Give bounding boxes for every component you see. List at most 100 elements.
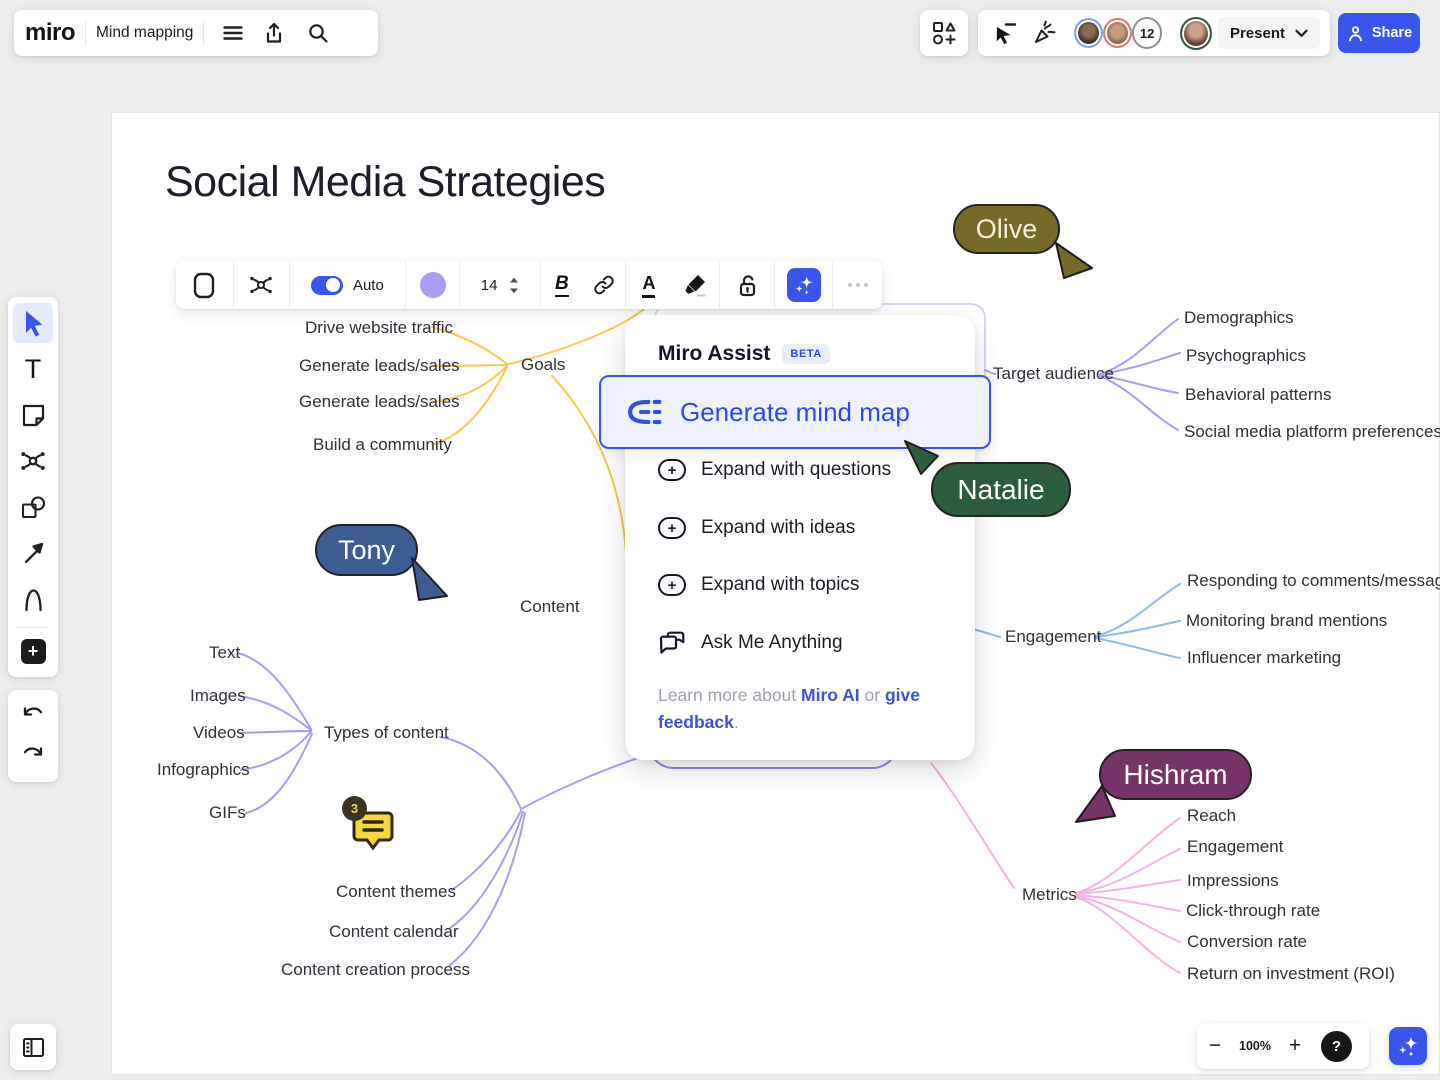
board-title[interactable]: Mind mapping <box>96 24 193 42</box>
auto-layout-toggle[interactable]: Auto <box>290 261 406 309</box>
lock-button[interactable] <box>719 261 774 309</box>
search-button[interactable] <box>296 10 340 56</box>
mindmap-node[interactable]: Responding to comments/messages <box>1187 571 1440 591</box>
mindmap-node-engagement[interactable]: Engagement <box>1005 627 1101 647</box>
mindmap-node[interactable]: Impressions <box>1187 871 1279 891</box>
text-tool-button[interactable]: T <box>13 349 53 389</box>
expand-with-topics-item[interactable]: + Expand with topics <box>658 565 859 605</box>
font-size-control[interactable]: 14 <box>460 261 540 309</box>
mindmap-node[interactable]: Engagement <box>1187 837 1283 857</box>
mindmap-node[interactable]: Conversion rate <box>1187 932 1307 952</box>
mindmap-node-target-audience[interactable]: Target audience <box>993 364 1114 384</box>
text-color-button[interactable]: A <box>626 261 671 309</box>
mindmap-node[interactable]: Behavioral patterns <box>1185 385 1331 405</box>
hide-cursors-button[interactable] <box>988 10 1022 56</box>
mindmap-node[interactable]: Generate leads/sales <box>299 356 460 376</box>
mindmap-node[interactable]: Psychographics <box>1186 346 1306 366</box>
mindmap-node-types-of-content[interactable]: Types of content <box>324 723 449 743</box>
cursor-toggle-icon <box>992 20 1018 46</box>
mindmap-node[interactable]: Return on investment (ROI) <box>1187 964 1395 984</box>
format-toolbar: Auto 14 B A <box>176 261 882 309</box>
tools-sidebar: T + <box>8 297 58 677</box>
highlighter-icon <box>682 272 708 298</box>
mindmap-node[interactable]: Infographics <box>157 760 250 780</box>
collaborator-overflow-count[interactable]: 12 <box>1132 17 1163 49</box>
node-shape-button[interactable] <box>176 261 233 309</box>
step-down-icon[interactable] <box>509 288 519 294</box>
mindmap-node-metrics[interactable]: Metrics <box>1022 885 1077 905</box>
board-heading-text[interactable]: Social Media Strategies <box>165 158 605 207</box>
mindmap-node[interactable]: Click-through rate <box>1186 901 1320 921</box>
share-label: Share <box>1372 25 1412 41</box>
select-tool-button[interactable] <box>13 303 53 343</box>
frames-panel-button[interactable] <box>10 1024 56 1070</box>
redo-button[interactable] <box>13 735 53 775</box>
pen-tool-button[interactable] <box>13 579 53 619</box>
mindmap-node[interactable]: Videos <box>193 723 245 743</box>
assist-item-label: Expand with ideas <box>701 517 855 539</box>
color-swatch-icon <box>420 272 446 298</box>
mindmap-node[interactable]: Influencer marketing <box>1187 648 1341 668</box>
mindmap-node[interactable]: Content creation process <box>281 960 470 980</box>
ai-sparkles-icon <box>787 268 821 302</box>
sticky-note-tool-button[interactable] <box>13 395 53 435</box>
mindmap-tool-button[interactable] <box>13 441 53 481</box>
ask-me-anything-item[interactable]: Ask Me Anything <box>658 623 843 663</box>
ai-assist-toolbar-button[interactable] <box>775 261 832 309</box>
search-icon <box>306 21 330 45</box>
mindmap-node[interactable]: Build a community <box>313 435 452 455</box>
mindmap-node[interactable]: Content themes <box>336 882 456 902</box>
comment-thread[interactable]: 3 <box>348 805 398 857</box>
mindmap-node[interactable]: Text <box>209 643 240 663</box>
color-picker-button[interactable] <box>406 261 459 309</box>
reactions-button[interactable] <box>1028 10 1062 56</box>
font-size-value: 14 <box>481 277 498 294</box>
add-tool-button[interactable]: + <box>13 631 53 671</box>
export-button[interactable] <box>252 10 296 56</box>
mindmap-node[interactable]: Generate leads/sales <box>299 392 460 412</box>
help-button[interactable]: ? <box>1321 1031 1352 1062</box>
link-button[interactable] <box>582 261 625 309</box>
step-up-icon[interactable] <box>509 277 519 283</box>
main-menu-button[interactable] <box>214 10 252 56</box>
collaborator-avatar[interactable] <box>1074 18 1103 48</box>
expand-with-ideas-item[interactable]: + Expand with ideas <box>658 508 855 548</box>
text-tool-icon: T <box>25 356 42 383</box>
expand-with-questions-item[interactable]: + Expand with questions <box>658 450 891 490</box>
mindmap-node[interactable]: Images <box>190 686 246 706</box>
mindmap-layout-button[interactable] <box>234 261 289 309</box>
present-button[interactable]: Present <box>1218 17 1320 49</box>
connector-tool-button[interactable] <box>13 533 53 573</box>
ai-assist-floating-button[interactable] <box>1389 1027 1427 1065</box>
share-button[interactable]: Share <box>1338 13 1420 53</box>
zoom-out-button[interactable]: − <box>1197 1023 1233 1069</box>
undo-button[interactable] <box>13 695 53 735</box>
apps-panel[interactable] <box>920 10 968 56</box>
generate-mind-map-button[interactable]: Generate mind map <box>599 375 991 449</box>
zoom-level[interactable]: 100% <box>1233 1039 1277 1053</box>
miro-logo[interactable]: miro <box>14 19 75 47</box>
highlight-button[interactable] <box>672 261 719 309</box>
mindmap-node[interactable]: Demographics <box>1184 308 1294 328</box>
bold-button[interactable]: B <box>541 261 582 309</box>
current-user-avatar[interactable] <box>1180 17 1212 50</box>
collaboration-panel: 12 Present <box>978 10 1330 56</box>
mindmap-node[interactable]: Social media platform preferences <box>1184 422 1440 442</box>
mindmap-node-goals[interactable]: Goals <box>521 355 565 375</box>
collaborator-avatar[interactable] <box>1103 18 1132 48</box>
mindmap-node[interactable]: Drive website traffic <box>305 318 453 338</box>
more-options-button[interactable] <box>833 261 882 309</box>
mindmap-node[interactable]: GIFs <box>209 803 246 823</box>
plus-icon: + <box>21 639 46 664</box>
mindmap-node[interactable]: Content calendar <box>329 922 458 942</box>
mindmap-node-content[interactable]: Content <box>520 597 580 617</box>
assist-footer-text: Learn more about Miro AI or give feedbac… <box>658 682 958 736</box>
header-left-panel: miro Mind mapping <box>14 10 378 56</box>
present-label: Present <box>1230 25 1285 42</box>
zoom-in-button[interactable]: + <box>1277 1023 1313 1069</box>
mindmap-node[interactable]: Reach <box>1187 806 1236 826</box>
footer-text: . <box>734 712 739 732</box>
mindmap-node[interactable]: Monitoring brand mentions <box>1186 611 1387 631</box>
shapes-tool-button[interactable] <box>13 487 53 527</box>
miro-ai-link[interactable]: Miro AI <box>801 685 860 705</box>
